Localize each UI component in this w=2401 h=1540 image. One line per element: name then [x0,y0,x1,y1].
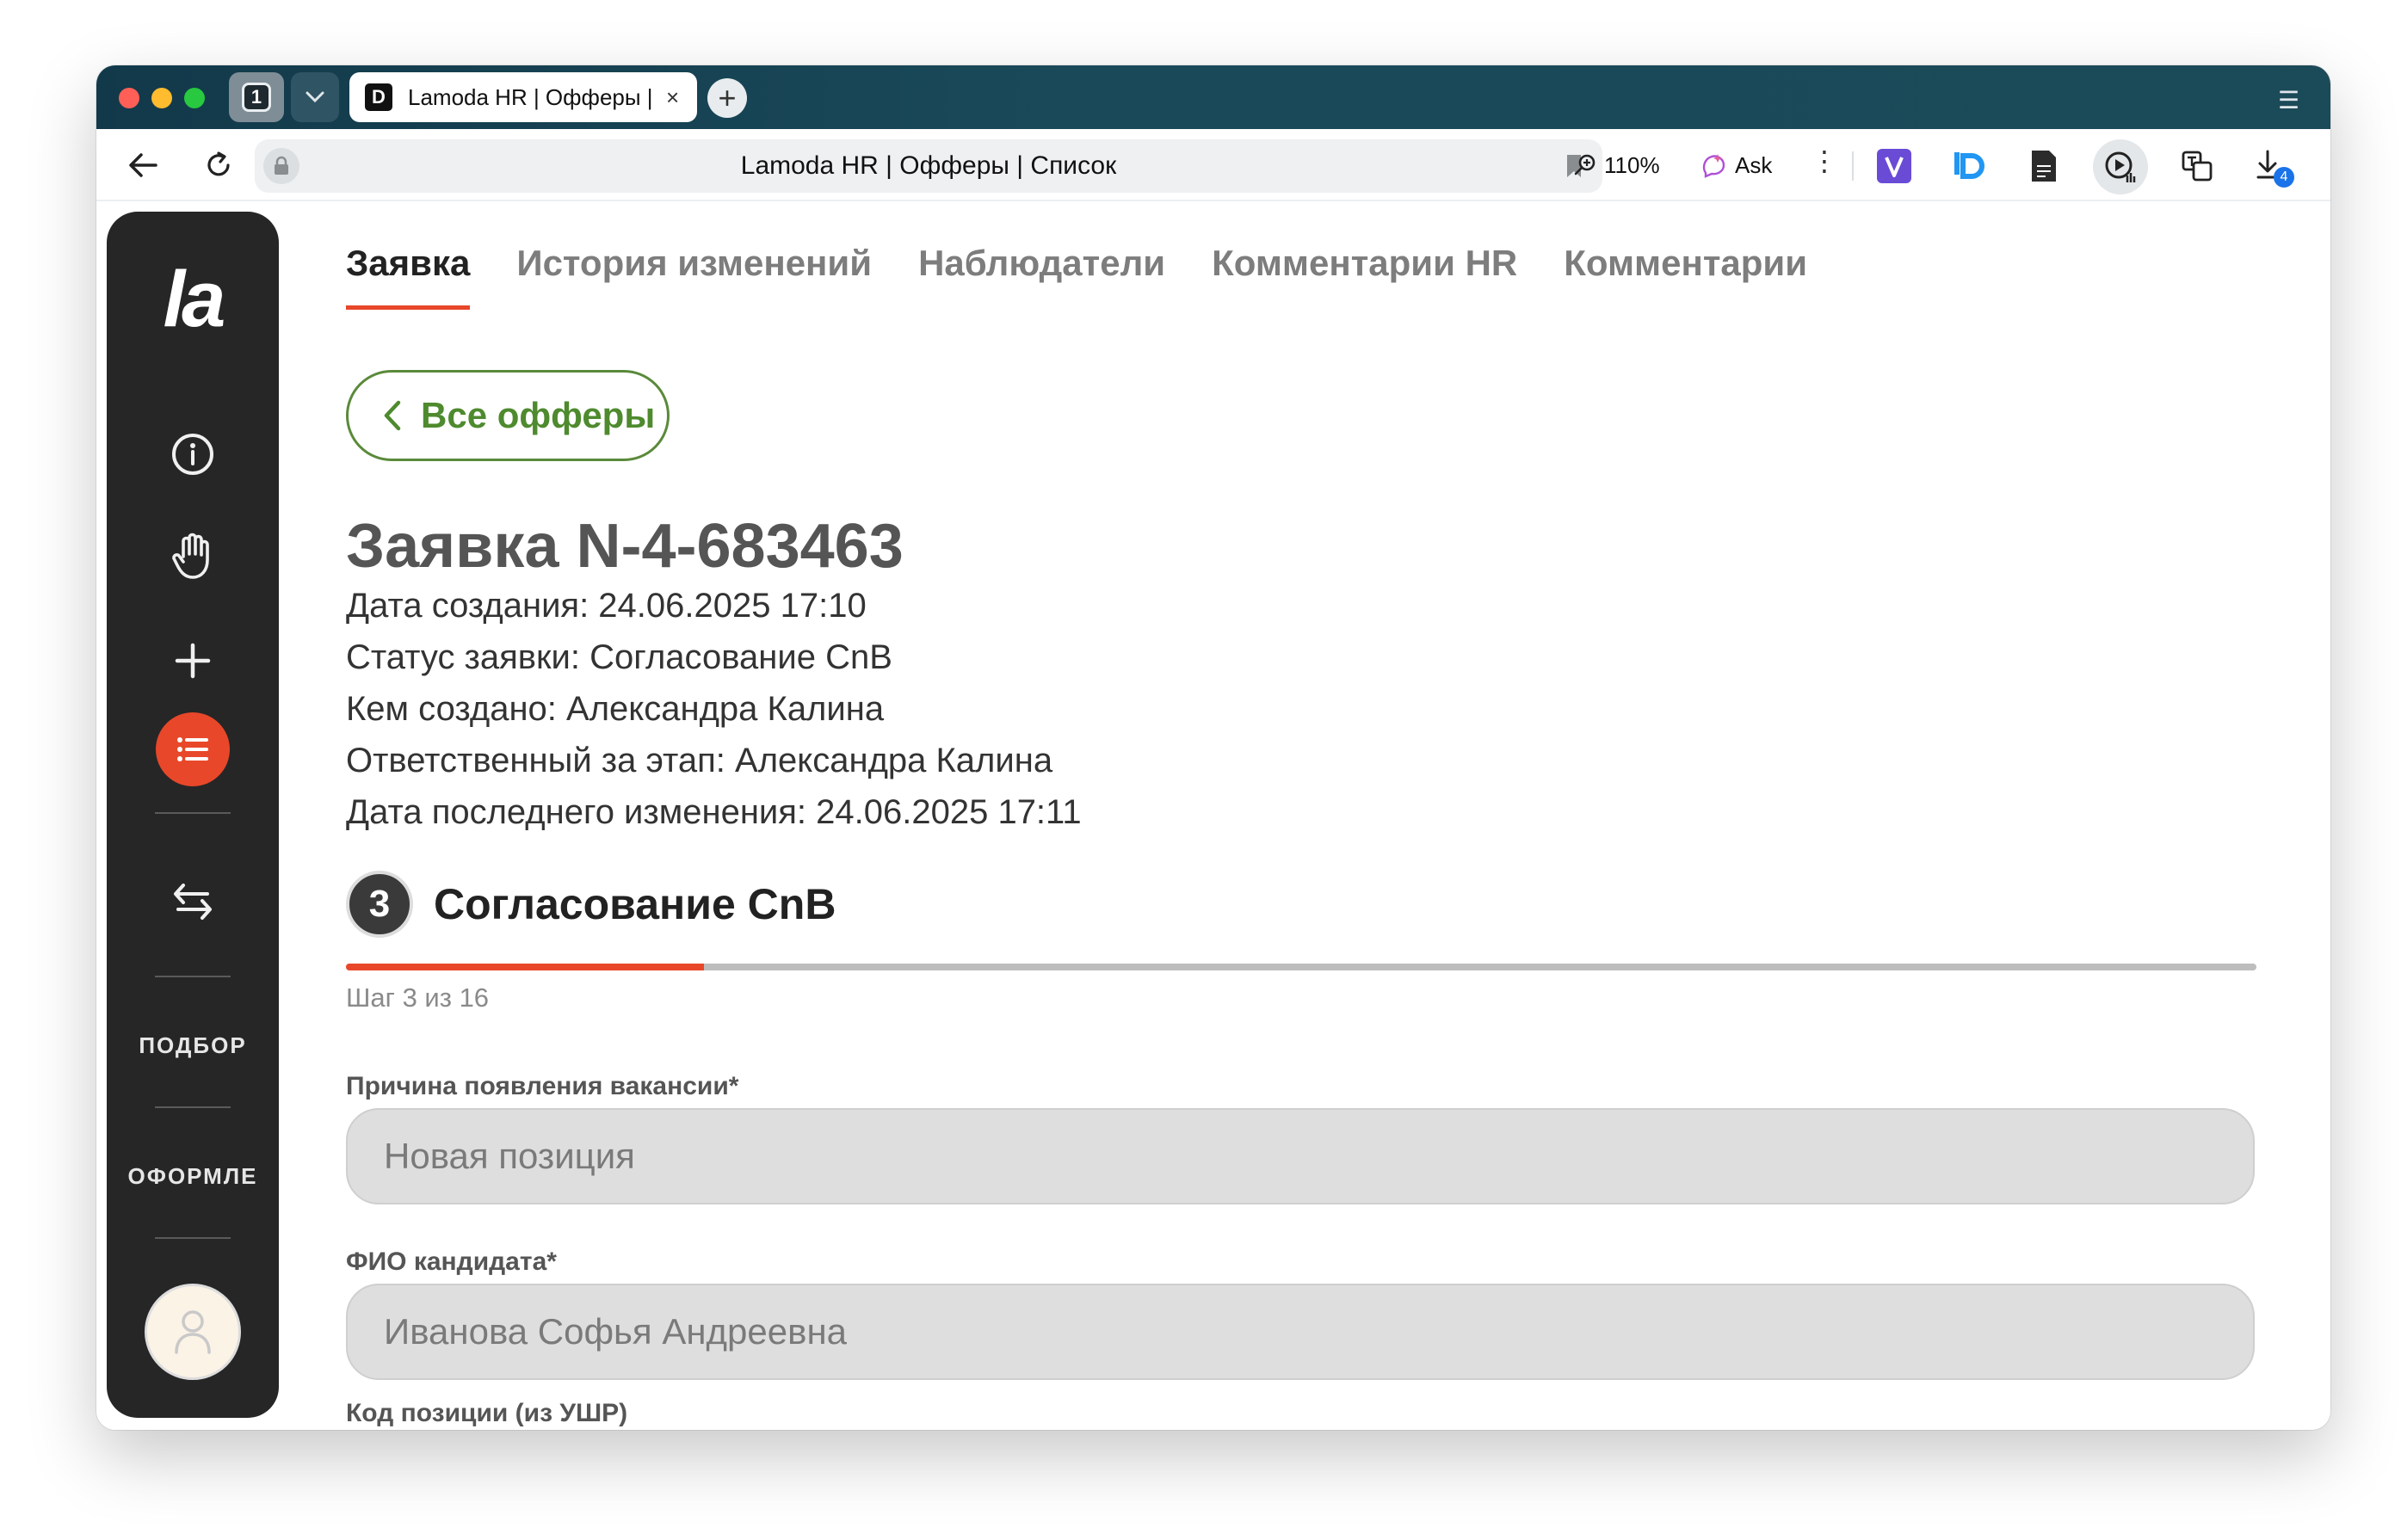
all-offers-button[interactable]: Все офферы [346,370,670,461]
sidebar-divider [155,976,231,977]
browser-menu-icon[interactable]: ☰ [2278,86,2299,114]
request-tabs: Заявка История изменений Наблюдатели Ком… [346,243,1807,310]
vacancy-reason-label: Причина появления вакансии* [346,1072,739,1100]
lamoda-logo[interactable]: la [107,255,279,345]
ask-ai-button[interactable]: Ask [1692,145,1781,186]
stage-responsible: Ответственный за этап: Александра Калина [346,742,1053,779]
address-bar[interactable]: Lamoda HR | Офферы | Список [255,139,1602,193]
zoom-indicator[interactable]: 110% [1561,145,1672,186]
position-code-label: Код позиции (из УШР) [346,1399,628,1427]
hand-icon[interactable] [158,521,227,590]
downloads-icon[interactable]: 4 [2251,146,2294,188]
new-tab-button[interactable]: + [707,78,747,118]
browser-toolbar: Lamoda HR | Офферы | Список 110% Ask ⋮ 4 [96,129,2330,201]
reload-icon[interactable] [198,145,239,186]
chevron-left-icon [384,400,401,431]
lock-icon[interactable] [263,148,299,184]
request-meta: Дата создания: 24.06.2025 17:10 Статус з… [346,580,1082,838]
url-text: Lamoda HR | Офферы | Список [740,151,1117,180]
back-arrow-icon[interactable] [122,145,164,186]
tab-hr-comments[interactable]: Комментарии HR [1212,243,1517,310]
site-favicon-icon: D [365,83,392,111]
stage-progress-fill [346,964,705,970]
info-icon[interactable] [158,420,227,489]
swap-arrows-icon[interactable] [158,867,227,936]
created-date: Дата создания: 24.06.2025 17:10 [346,587,867,625]
document-icon[interactable] [2024,146,2064,186]
translate-icon[interactable] [2177,146,2217,186]
screen-recorder-icon[interactable] [2093,139,2148,194]
extension-d-icon[interactable] [1950,146,1990,186]
ai-sparkle-icon [1702,154,1725,178]
zoom-icon [1574,154,1596,176]
stage-header: 3 Согласование CnB [346,871,836,938]
minimize-window-button[interactable] [151,88,172,108]
all-offers-label: Все офферы [421,395,656,435]
app-sidebar: la ПОДБОР ОФОРМЛЕ [107,212,279,1418]
vacancy-reason-field[interactable]: Новая позиция [346,1108,2255,1204]
sidebar-item-oformlenie[interactable]: ОФОРМЛЕ [107,1163,279,1190]
ask-label: Ask [1735,151,1773,178]
tab-close-icon[interactable]: × [666,84,679,111]
tab-count: 1 [242,83,271,112]
sidebar-divider [155,1106,231,1108]
candidate-name-field[interactable]: Иванова Софья Андреевна [346,1284,2255,1380]
sidebar-item-podbor[interactable]: ПОДБОР [107,1032,279,1059]
stage-number-badge: 3 [346,871,413,938]
downloads-badge: 4 [2274,167,2294,188]
more-options-icon[interactable]: ⋮ [1811,145,1838,177]
close-window-button[interactable] [119,88,139,108]
last-modified-date: Дата последнего изменения: 24.06.2025 17… [346,793,1082,831]
browser-tabbar: 1 D Lamoda HR | Офферы | Список × + ☰ [96,65,2330,129]
tab-counter-button[interactable]: 1 [229,72,284,122]
extension-v-icon[interactable] [1874,146,1914,186]
candidate-name-label: ФИО кандидата* [346,1247,557,1276]
browser-tab-active[interactable]: D Lamoda HR | Офферы | Список × [349,72,697,122]
stage-progress-bar [346,964,2256,970]
zoom-level: 110% [1604,151,1660,178]
maximize-window-button[interactable] [184,88,205,108]
toolbar-divider [1852,151,1854,181]
tab-comments[interactable]: Комментарии [1564,243,1807,310]
list-icon[interactable] [156,712,230,786]
created-by: Кем создано: Александра Калина [346,690,885,728]
sidebar-divider [155,1237,231,1239]
chevron-down-icon [306,91,324,103]
user-icon [175,1310,211,1354]
stage-title: Согласование CnB [434,880,836,928]
page-title: Заявка N-4-683463 [346,512,904,581]
request-status: Статус заявки: Согласование CnB [346,638,892,676]
browser-window: 1 D Lamoda HR | Офферы | Список × + ☰ La… [96,65,2330,1430]
step-counter: Шаг 3 из 16 [346,983,490,1013]
main-panel: Заявка История изменений Наблюдатели Ком… [346,201,2274,1430]
sidebar-divider [155,812,231,814]
plus-icon[interactable] [158,626,227,695]
tab-observers[interactable]: Наблюдатели [918,243,1165,310]
user-avatar[interactable] [145,1284,241,1380]
tab-request[interactable]: Заявка [346,243,471,310]
page-content: la ПОДБОР ОФОРМЛЕ Заявка История изменен… [96,201,2330,1430]
tab-list-dropdown[interactable] [291,72,339,122]
tab-history[interactable]: История изменений [516,243,872,310]
tab-title: Lamoda HR | Офферы | Список [408,83,657,110]
